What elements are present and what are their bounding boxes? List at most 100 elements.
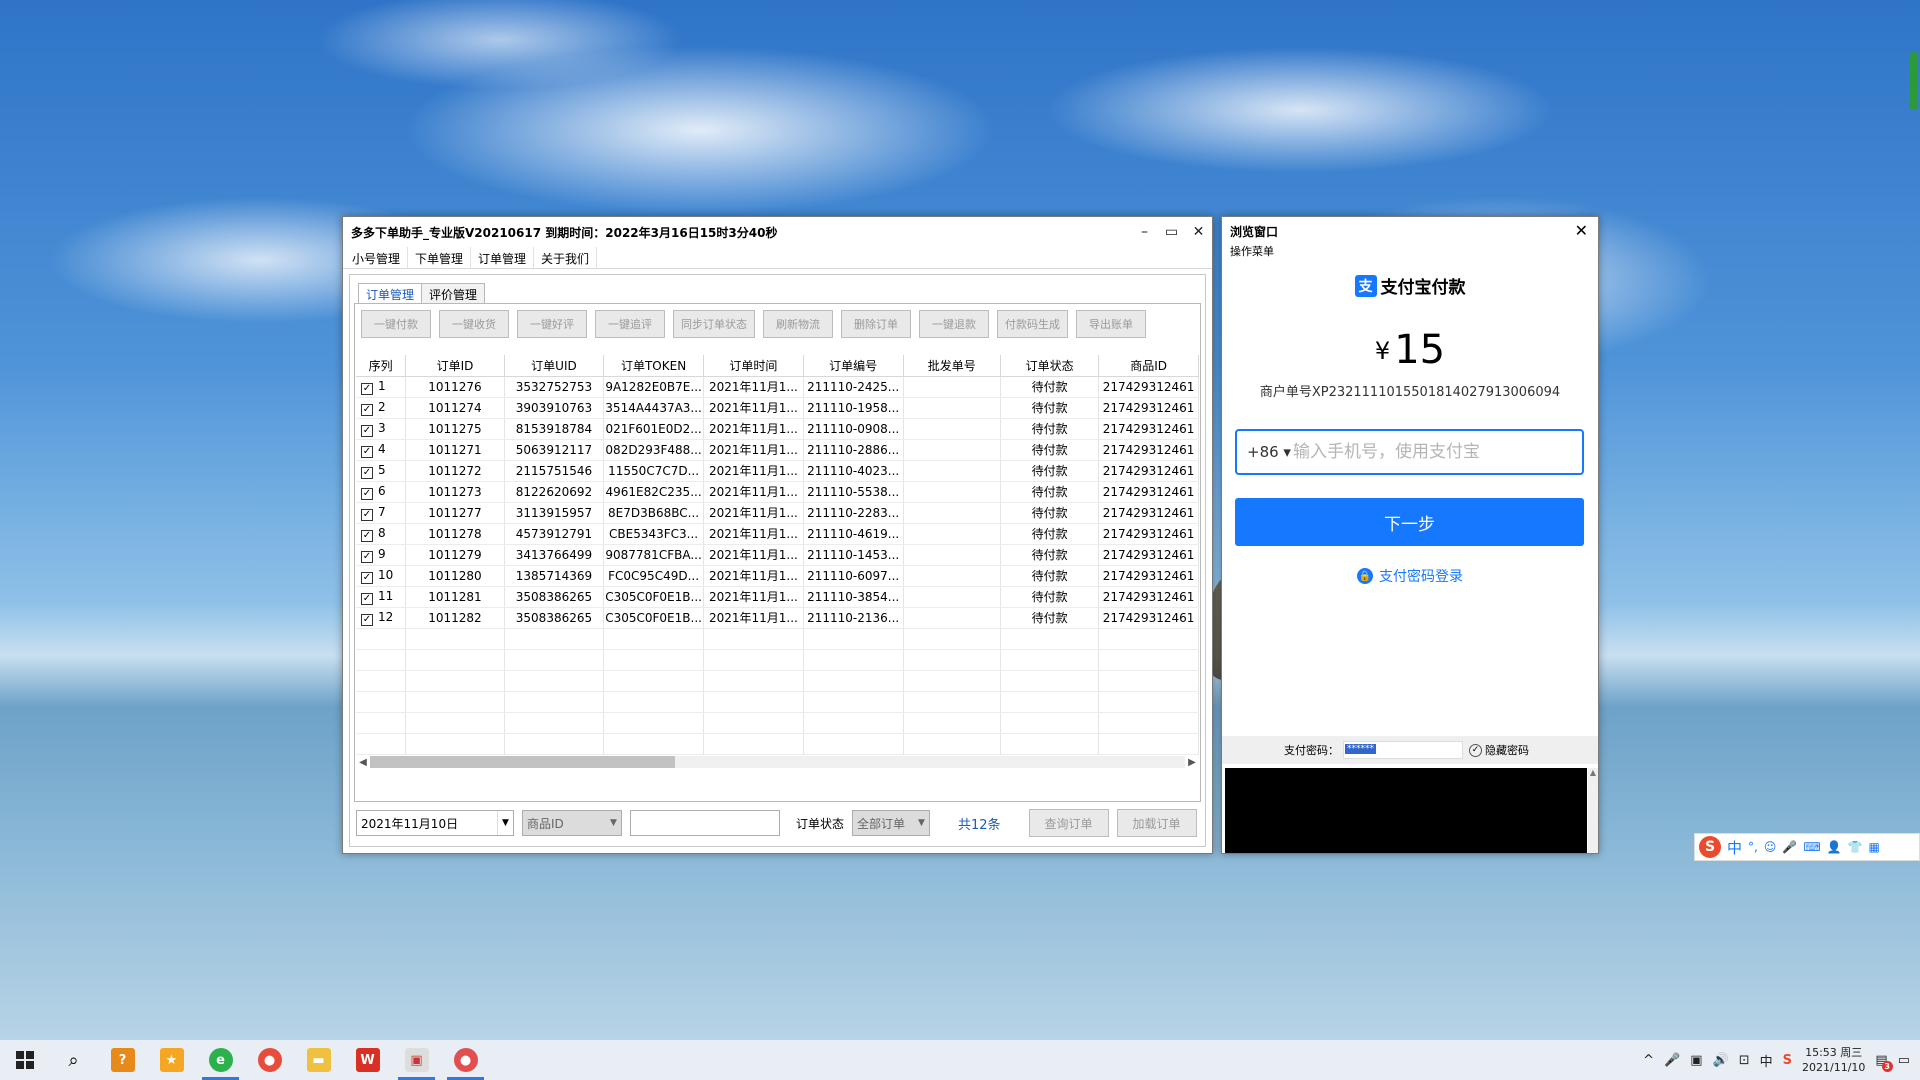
sogou-tray-icon[interactable]: S	[1783, 1053, 1792, 1068]
menu-about[interactable]: 关于我们	[534, 247, 598, 268]
one-click-follow-review-button[interactable]: 一键追评	[595, 310, 665, 338]
sogou-logo-icon[interactable]: S	[1699, 836, 1721, 858]
status-select[interactable]: 全部订单 ▼	[852, 810, 931, 836]
punctuation-icon[interactable]: °,	[1748, 840, 1758, 854]
column-header[interactable]: 订单状态	[1000, 355, 1100, 377]
sync-order-status-button[interactable]: 同步订单状态	[673, 310, 755, 338]
column-header[interactable]: 订单UID	[504, 355, 605, 377]
volume-icon[interactable]: 🔊	[1713, 1053, 1729, 1068]
table-row[interactable]: ✓ 3 1011275 8153918784 021F601E0D2... 2021年11…	[356, 418, 1199, 440]
app-star-icon[interactable]: ★	[147, 1040, 196, 1080]
row-checkbox[interactable]: ✓	[361, 508, 373, 521]
browser-menu[interactable]: 操作菜单	[1230, 243, 1274, 259]
row-checkbox[interactable]: ✓	[361, 466, 373, 479]
user-icon[interactable]: 👤	[1827, 840, 1842, 854]
row-checkbox[interactable]: ✓	[361, 529, 373, 542]
pay-password-field[interactable]: ******	[1343, 741, 1463, 759]
one-click-refund-button[interactable]: 一键退款	[919, 310, 989, 338]
maximize-button[interactable]: ▭	[1158, 217, 1185, 247]
row-checkbox[interactable]: ✓	[361, 424, 373, 437]
table-row[interactable]: ✓ 11 1011281 3508386265 C305C0F0E1B... 2021年1…	[356, 586, 1199, 608]
app-fruit-icon[interactable]: ●	[245, 1040, 294, 1080]
network-icon[interactable]: ⊡	[1739, 1053, 1750, 1068]
app-red-circle-icon[interactable]: ●	[441, 1040, 490, 1080]
row-checkbox[interactable]: ✓	[361, 592, 373, 605]
phone-input[interactable]	[1293, 442, 1582, 462]
table-row[interactable]: ✓ 2 1011274 3903910763 3514A4437A3... 2021年11…	[356, 397, 1199, 419]
export-bill-button[interactable]: 导出账单	[1076, 310, 1146, 338]
input-language-icon[interactable]: 中	[1760, 1051, 1773, 1070]
app-question-icon[interactable]: ?	[98, 1040, 147, 1080]
row-checkbox[interactable]: ✓	[361, 487, 373, 500]
row-checkbox[interactable]: ✓	[361, 613, 373, 626]
row-checkbox[interactable]: ✓	[361, 382, 373, 395]
scroll-right-icon[interactable]: ▶	[1185, 757, 1199, 768]
start-button[interactable]	[0, 1040, 49, 1080]
column-header[interactable]: 订单ID	[405, 355, 505, 377]
column-header[interactable]: 订单时间	[703, 355, 804, 377]
table-row[interactable]: ✓ 6 1011273 8122620692 4961E82C235... 2021年11…	[356, 481, 1199, 503]
microphone-tray-icon[interactable]: 🎤	[1664, 1053, 1680, 1068]
row-checkbox[interactable]: ✓	[361, 445, 373, 458]
skin-icon[interactable]: 👕	[1848, 840, 1863, 854]
field-select[interactable]: 商品ID ▼	[522, 810, 622, 836]
password-login-link[interactable]: 🔒 支付密码登录	[1222, 566, 1598, 586]
row-checkbox[interactable]: ✓	[361, 403, 373, 416]
menu-order-place[interactable]: 下单管理	[408, 247, 472, 268]
column-header[interactable]: 订单TOKEN	[603, 355, 705, 377]
emoji-icon[interactable]: ☺	[1764, 840, 1777, 854]
close-icon[interactable]: ✕	[1575, 221, 1588, 240]
table-row[interactable]: ✓ 9 1011279 3413766499 9087781CFBA... 2021年11…	[356, 544, 1199, 566]
load-order-button[interactable]: 加载订单	[1116, 809, 1197, 837]
app-browser-icon[interactable]: e	[196, 1040, 245, 1080]
chevron-down-icon[interactable]: ▼	[913, 811, 929, 835]
one-click-good-review-button[interactable]: 一键好评	[517, 310, 587, 338]
table-row[interactable]: ✓ 5 1011272 2115751546 11550C7C7D... 2021年11月…	[356, 460, 1199, 482]
scroll-thumb[interactable]	[370, 756, 675, 768]
tab-review-manage[interactable]: 评价管理	[421, 283, 486, 303]
chevron-down-icon[interactable]: ▼	[497, 811, 513, 835]
notification-app-icon[interactable]: ▤ 3	[1875, 1053, 1893, 1072]
table-row[interactable]: ✓ 7 1011277 3113915957 8E7D3B68BC... 2021年11月…	[356, 502, 1199, 524]
table-row[interactable]: ✓ 8 1011278 4573912791 CBE5343FC3... 2021年11月…	[356, 523, 1199, 545]
grid-icon[interactable]: ▦	[1869, 840, 1880, 854]
wps-icon[interactable]: W	[343, 1040, 392, 1080]
column-header[interactable]: 订单编号	[803, 355, 904, 377]
close-button[interactable]: ✕	[1185, 217, 1212, 247]
hide-password-toggle[interactable]: ✓ 隐藏密码	[1469, 742, 1529, 758]
date-picker[interactable]: 2021年11月10日 ▼	[356, 810, 514, 836]
column-header[interactable]: 序列	[356, 355, 407, 377]
title-bar[interactable]: 多多下单助手_专业版V20210617 到期时间：2022年3月16日15时3分…	[343, 217, 1212, 247]
refresh-logistics-button[interactable]: 刷新物流	[763, 310, 833, 338]
horizontal-scrollbar[interactable]: ◀ ▶	[356, 754, 1199, 770]
file-explorer-icon[interactable]: ▬	[294, 1040, 343, 1080]
search-icon[interactable]: ⌕	[49, 1040, 98, 1080]
one-click-pay-button[interactable]: 一键付款	[361, 310, 431, 338]
one-click-receive-button[interactable]: 一键收货	[439, 310, 509, 338]
keyboard-icon[interactable]: ⌨	[1803, 840, 1820, 854]
payment-code-button[interactable]: 付款码生成	[997, 310, 1068, 338]
browser-scrollbar[interactable]: ▲	[1588, 768, 1598, 853]
chevron-down-icon[interactable]: ▼	[605, 811, 621, 835]
menu-account-manage[interactable]: 小号管理	[345, 247, 409, 268]
next-step-button[interactable]: 下一步	[1235, 498, 1584, 546]
column-header[interactable]: 批发单号	[903, 355, 1002, 377]
delete-order-button[interactable]: 删除订单	[841, 310, 911, 338]
country-code-select[interactable]: +86 ▾	[1237, 443, 1293, 461]
column-header[interactable]: 商品ID	[1098, 355, 1199, 377]
app-order-helper-icon[interactable]: ▣	[392, 1040, 441, 1080]
menu-order-manage[interactable]: 订单管理	[471, 247, 535, 268]
row-checkbox[interactable]: ✓	[361, 550, 373, 563]
chinese-mode-toggle[interactable]: 中	[1727, 837, 1742, 858]
minimize-button[interactable]: –	[1131, 217, 1158, 247]
query-order-button[interactable]: 查询订单	[1028, 809, 1109, 837]
action-center-icon[interactable]: ▭	[1898, 1053, 1910, 1068]
row-checkbox[interactable]: ✓	[361, 571, 373, 584]
chevron-up-icon[interactable]: ^	[1643, 1053, 1654, 1068]
table-row[interactable]: ✓ 1 1011276 3532752753 9A1282E0B7E... 2021年11…	[356, 376, 1199, 398]
display-icon[interactable]: ▣	[1690, 1053, 1702, 1068]
tab-order-manage[interactable]: 订单管理	[358, 283, 423, 303]
search-input[interactable]	[630, 810, 780, 836]
microphone-icon[interactable]: 🎤	[1782, 840, 1797, 854]
scroll-left-icon[interactable]: ◀	[356, 757, 370, 768]
